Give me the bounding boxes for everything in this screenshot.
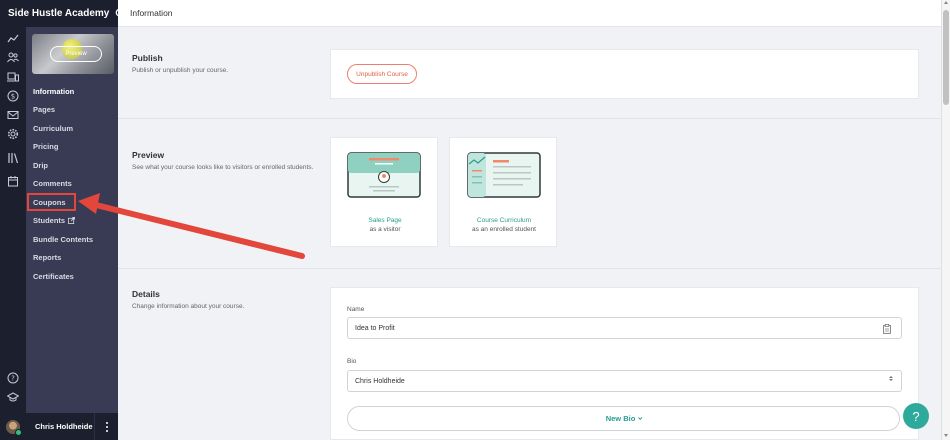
coupons-highlight-box	[27, 193, 76, 211]
publish-title: Publish	[132, 53, 163, 63]
scroll-thumb[interactable]	[943, 10, 949, 105]
details-title: Details	[132, 289, 160, 299]
scrollbar[interactable]	[941, 0, 950, 440]
scroll-down-icon[interactable]	[944, 434, 948, 437]
help-circle-icon[interactable]: ?	[7, 372, 19, 384]
graduation-cap-icon[interactable]	[7, 391, 19, 403]
svg-text:$: $	[11, 93, 15, 101]
chevron-down-icon	[638, 415, 643, 420]
course-curriculum-preview-card[interactable]: Course Curriculum as an enrolled student	[449, 137, 557, 247]
nav-item-comments[interactable]: Comments	[26, 175, 118, 194]
details-section-header: Details Change information about your co…	[132, 289, 244, 310]
more-options-button[interactable]	[94, 413, 118, 440]
svg-text:?: ?	[11, 375, 15, 383]
external-link-icon	[68, 217, 76, 225]
sales-page-sub: as a visitor	[369, 226, 401, 233]
school-header[interactable]: Side Hustle Academy	[0, 0, 126, 27]
help-chat-button[interactable]: ?	[903, 403, 929, 429]
section-divider	[118, 118, 941, 119]
nav-item-students[interactable]: Students	[26, 212, 118, 231]
nav-item-certificates[interactable]: Certificates	[26, 267, 118, 286]
name-value: Idea to Profit	[355, 324, 395, 332]
nav-item-label: Comments	[33, 179, 72, 189]
unpublish-course-button[interactable]: Unpublish Course	[347, 64, 417, 84]
kebab-icon	[105, 421, 108, 433]
page-header: Information	[118, 0, 941, 27]
nav-item-label: Bundle Contents	[33, 234, 93, 244]
stats-icon[interactable]	[7, 33, 19, 45]
sales-page-label: Sales Page as a visitor	[331, 216, 439, 234]
nav-item-label: Information	[33, 86, 75, 96]
nav-item-label: Students	[33, 216, 66, 226]
nav-item-reports[interactable]: Reports	[26, 249, 118, 268]
name-label: Name	[347, 306, 365, 313]
calendar-icon[interactable]	[7, 175, 19, 187]
curriculum-illustration	[467, 152, 541, 198]
settings-icon[interactable]	[7, 128, 19, 140]
course-menu: Information Pages Curriculum Pricing Dri…	[26, 82, 118, 286]
course-curriculum-link[interactable]: Course Curriculum	[450, 216, 558, 225]
nav-item-bundle-contents[interactable]: Bundle Contents	[26, 230, 118, 249]
nav-item-label: Curriculum	[33, 123, 74, 133]
nav-item-information[interactable]: Information	[26, 82, 118, 101]
nav-item-drip[interactable]: Drip	[26, 156, 118, 175]
users-icon[interactable]	[7, 51, 19, 63]
sites-icon[interactable]	[7, 71, 19, 83]
details-description: Change information about your course.	[132, 303, 245, 310]
user-name[interactable]: Chris Holdheide	[35, 422, 93, 431]
school-name[interactable]: Side Hustle Academy	[8, 8, 109, 19]
clipboard-icon[interactable]	[883, 324, 891, 334]
library-icon[interactable]	[7, 152, 19, 164]
preview-button[interactable]: Preview	[50, 46, 102, 62]
bio-select[interactable]: Chris Holdheide	[347, 370, 902, 392]
sales-page-preview-card[interactable]: Sales Page as a visitor	[330, 137, 438, 247]
publish-card	[330, 49, 919, 99]
publish-description: Publish or unpublish your course.	[132, 67, 229, 74]
sales-page-illustration	[347, 152, 421, 198]
name-field[interactable]: Idea to Profit	[347, 317, 902, 339]
preview-title: Preview	[132, 150, 165, 160]
publish-section-header: Publish Publish or unpublish your course…	[132, 53, 228, 74]
new-bio-button[interactable]: New Bio	[347, 406, 900, 431]
nav-item-label: Pages	[33, 105, 56, 115]
preview-section-header: Preview See what your course looks like …	[132, 150, 313, 171]
nav-item-label: Pricing	[33, 142, 59, 152]
nav-item-curriculum[interactable]: Curriculum	[26, 119, 118, 138]
nav-item-label: Reports	[33, 253, 62, 263]
mail-icon[interactable]	[7, 109, 19, 121]
curriculum-label: Course Curriculum as an enrolled student	[450, 216, 558, 234]
sales-page-link[interactable]: Sales Page	[331, 216, 439, 225]
section-divider	[118, 268, 941, 269]
course-curriculum-sub: as an enrolled student	[472, 226, 536, 233]
online-status-dot	[15, 429, 22, 436]
nav-item-pages[interactable]: Pages	[26, 101, 118, 120]
new-bio-label: New Bio	[605, 414, 636, 423]
bio-label: Bio	[347, 358, 357, 365]
nav-item-label: Drip	[33, 160, 48, 170]
bio-value: Chris Holdheide	[355, 377, 405, 385]
sales-icon[interactable]: $	[7, 90, 19, 102]
select-arrows-icon	[889, 376, 893, 381]
course-thumbnail: Preview	[32, 34, 114, 74]
nav-item-label: Certificates	[33, 271, 74, 281]
scroll-up-icon[interactable]	[944, 1, 948, 4]
page-title: Information	[130, 8, 173, 18]
preview-description: See what your course looks like to visit…	[132, 164, 314, 171]
nav-item-pricing[interactable]: Pricing	[26, 138, 118, 157]
